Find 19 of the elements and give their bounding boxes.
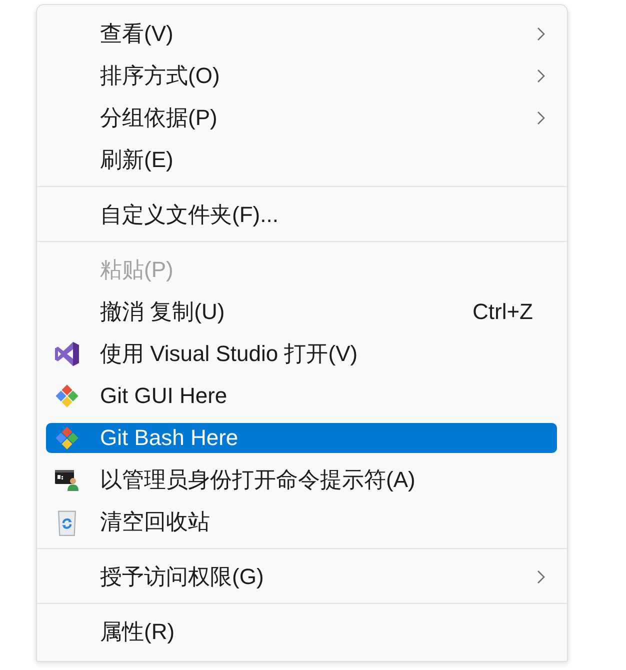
menu-item[interactable]: 清空回收站 (46, 507, 557, 537)
menu-item[interactable]: 排序方式(O) (46, 61, 557, 91)
recycle-bin-icon (58, 508, 76, 536)
menu-item[interactable]: 查看(V) (46, 19, 557, 49)
menu-item[interactable]: 撤消 复制(U) Ctrl+Z (46, 297, 557, 327)
menu-item[interactable]: 属性(R) (46, 617, 557, 647)
visual-studio-logo-icon (55, 342, 79, 366)
menu-item[interactable]: 授予访问权限(G) (46, 562, 557, 592)
menu-item[interactable]: Git GUI Here (46, 381, 557, 411)
menu-item[interactable]: 自定义文件夹(F)... (46, 200, 557, 230)
menu-item[interactable]: 使用 Visual Studio 打开(V) (46, 339, 557, 369)
menu-item[interactable]: 分组依据(P) (46, 103, 557, 133)
git-diamond-icon (55, 426, 79, 450)
git-diamond-icon (55, 384, 79, 408)
console-admin-icon (55, 470, 79, 490)
menu-item[interactable]: Git Bash Here (46, 423, 557, 453)
menu-item[interactable]: 刷新(E) (46, 145, 557, 175)
menu-item[interactable]: 以管理员身份打开命令提示符(A) (46, 465, 557, 495)
shortcut-text: Ctrl+Z (472, 299, 533, 325)
